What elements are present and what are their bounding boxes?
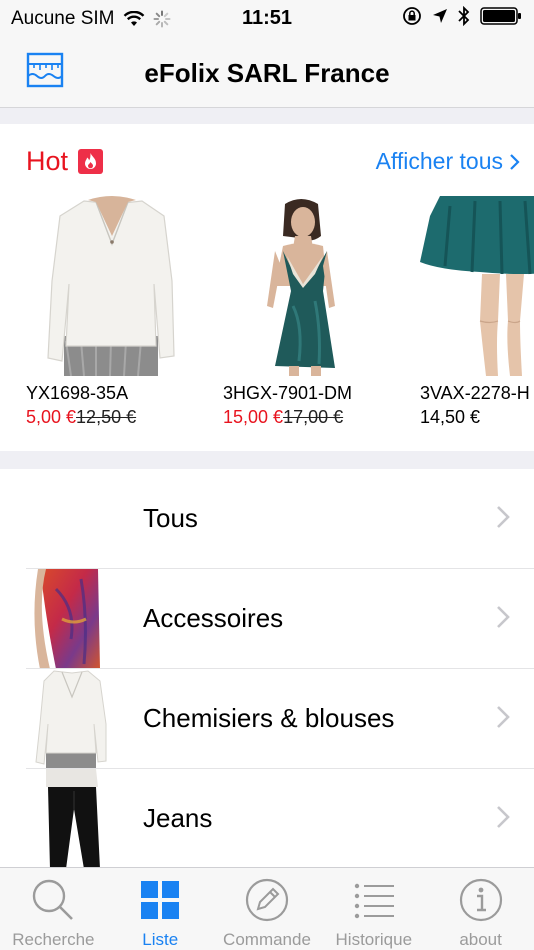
chevron-right-icon — [497, 606, 510, 628]
category-thumbnail — [26, 669, 116, 769]
product-sku: YX1698-35A — [26, 383, 129, 403]
chevron-right-icon — [497, 506, 510, 528]
hot-header: Hot — [26, 146, 104, 177]
product-card[interactable]: 3VAX-2278-H 14,50 € — [420, 196, 534, 428]
show-all-label: Afficher tous — [375, 148, 503, 174]
rotation-lock-icon — [403, 7, 421, 25]
product-card[interactable]: YX1698-35A 5,00 €12,50 € — [26, 196, 201, 428]
category-list: Tous Accessoires Chemisiers & blouses Je… — [0, 469, 534, 867]
location-arrow-icon — [433, 9, 447, 23]
tab-label: Liste — [142, 930, 179, 949]
status-right-group — [402, 6, 522, 26]
product-image — [26, 196, 201, 376]
product-sale-price: 5,00 € — [26, 407, 77, 427]
category-row-tous[interactable]: Tous — [0, 469, 534, 569]
hot-products-carousel[interactable]: YX1698-35A 5,00 €12,50 € 3HGX-7901-DM 15… — [26, 196, 534, 428]
flame-icon — [78, 149, 104, 174]
product-price: 5,00 €12,50 € — [26, 407, 201, 428]
product-original-price: 12,50 € — [76, 407, 137, 427]
show-all-link[interactable]: Afficher tous — [376, 148, 520, 175]
hot-section: Hot Afficher tous YX1698-35A 5,00 €12,50… — [0, 124, 534, 451]
magnifier-icon — [30, 878, 76, 922]
tab-label: Commande — [223, 930, 311, 949]
category-label: Tous — [143, 503, 198, 533]
product-sku: 3VAX-2278-H — [420, 383, 530, 403]
chevron-right-icon — [497, 806, 510, 828]
category-row-accessoires[interactable]: Accessoires — [0, 569, 534, 669]
hot-title-label: Hot — [26, 146, 69, 176]
chevron-right-icon — [497, 706, 510, 728]
tab-bar: Recherche Liste Commande Historique abou… — [0, 867, 534, 950]
pencil-icon — [244, 878, 290, 922]
tab-label: about — [459, 930, 502, 949]
grid-icon — [137, 878, 183, 922]
product-original-price: 17,00 € — [283, 407, 344, 427]
product-card[interactable]: 3HGX-7901-DM 15,00 €17,00 € — [223, 196, 398, 428]
product-image — [223, 196, 398, 376]
page-title: eFolix SARL France — [144, 58, 390, 88]
category-row-jeans[interactable]: Jeans — [0, 769, 534, 867]
list-icon — [351, 878, 397, 922]
bluetooth-icon — [458, 6, 470, 26]
tab-liste[interactable]: Liste — [107, 868, 214, 950]
category-label: Jeans — [143, 803, 213, 833]
category-label: Accessoires — [143, 603, 284, 633]
category-label: Chemisiers & blouses — [143, 703, 395, 733]
product-price: 14,50 € — [420, 407, 534, 428]
info-icon — [458, 878, 504, 922]
tab-label: Historique — [335, 930, 413, 949]
tab-historique[interactable]: Historique — [320, 868, 427, 950]
product-sale-price: 15,00 € — [223, 407, 284, 427]
product-image — [420, 196, 534, 376]
product-price: 15,00 €17,00 € — [223, 407, 398, 428]
tab-recherche[interactable]: Recherche — [0, 868, 107, 950]
tab-commande[interactable]: Commande — [214, 868, 321, 950]
tab-label: Recherche — [12, 930, 95, 949]
category-thumbnail — [26, 769, 116, 867]
battery-icon — [480, 7, 521, 25]
chevron-right-icon — [510, 153, 520, 170]
product-sku: 3HGX-7901-DM — [223, 383, 353, 403]
navigation-bar: eFolix SARL France — [0, 38, 534, 108]
tab-about[interactable]: about — [427, 868, 534, 950]
category-thumbnail — [26, 569, 116, 669]
product-regular-price: 14,50 € — [420, 407, 481, 427]
status-bar: Aucune SIM 11:51 — [0, 0, 534, 38]
category-row-chemisiers[interactable]: Chemisiers & blouses — [0, 669, 534, 769]
